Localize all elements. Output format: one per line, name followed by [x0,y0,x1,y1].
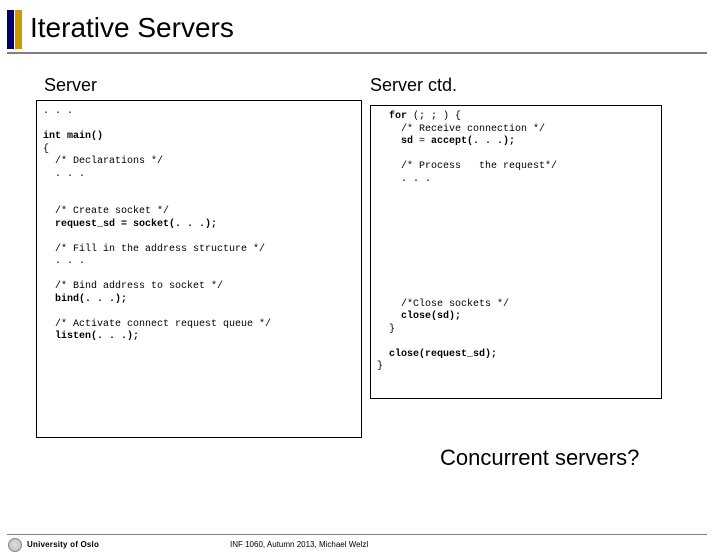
title-rule [7,52,707,54]
slide-title: Iterative Servers [30,12,234,44]
accent-bar-gold [15,10,22,49]
code-block-left: . . . int main() { /* Declarations */ . … [36,100,362,438]
footer-rule [7,534,707,535]
footer-course: INF 1060, Autumn 2013, Michael Welzl [230,540,368,549]
column-head-right: Server ctd. [370,75,457,96]
code-block-right: for (; ; ) { /* Receive connection */ sd… [370,105,662,399]
university-seal-icon [8,538,22,552]
accent-bar-blue [7,10,14,49]
footer-university: University of Oslo [27,540,99,549]
concurrent-question: Concurrent servers? [440,445,639,471]
column-head-left: Server [44,75,97,96]
